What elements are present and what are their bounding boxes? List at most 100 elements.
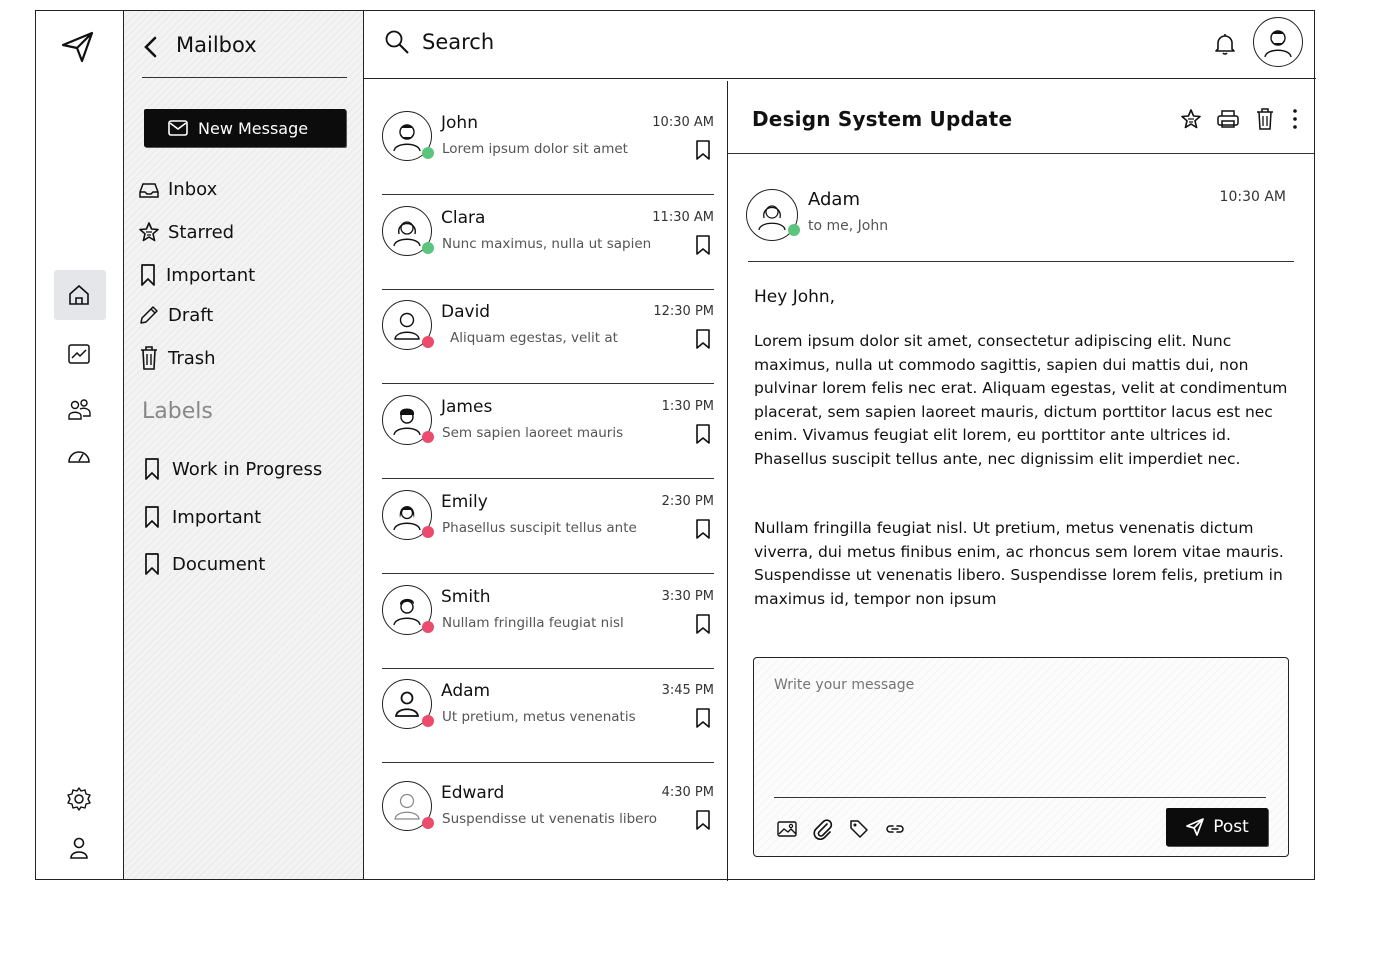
list-divider [382, 194, 714, 195]
list-divider [382, 383, 714, 384]
message-time: 3:45 PM [661, 683, 714, 698]
gear-icon[interactable] [66, 786, 92, 812]
bookmark-icon[interactable] [694, 423, 712, 445]
bookmark-icon[interactable] [694, 809, 712, 831]
list-item[interactable]: Adam 3:45 PM Ut pretium, metus venenatis [382, 669, 714, 763]
status-dot-online [422, 242, 434, 254]
detail-divider [728, 153, 1314, 154]
bookmark-icon[interactable] [694, 328, 712, 350]
top-bar: Search [364, 11, 1316, 79]
recipient-line: to me, John [808, 218, 889, 234]
sender-name: Adam [808, 189, 860, 210]
message-subject: Design System Update [752, 107, 1013, 131]
list-item[interactable]: Emily 2:30 PM Phasellus suscipit tellus … [382, 480, 714, 574]
compose-box: Post [753, 657, 1289, 857]
list-divider [382, 478, 714, 479]
users-icon[interactable] [66, 396, 92, 422]
list-divider [382, 762, 714, 763]
sidebar-item-starred[interactable]: Starred [138, 221, 234, 243]
trash-icon[interactable] [1254, 107, 1276, 131]
inbox-icon [139, 182, 159, 198]
tag-icon[interactable] [848, 818, 870, 840]
list-item[interactable]: Clara 11:30 AM Nunc maximus, nulla ut sa… [382, 196, 714, 290]
list-item[interactable]: Smith 3:30 PM Nullam fringilla feugiat n… [382, 575, 714, 669]
list-item[interactable]: John 10:30 AM Lorem ipsum dolor sit amet [382, 101, 714, 195]
bookmark-icon[interactable] [694, 518, 712, 540]
avatar-person-icon [394, 793, 420, 820]
status-dot-busy [422, 817, 434, 829]
list-divider [382, 573, 714, 574]
sender-name: David [441, 302, 491, 322]
star-icon[interactable] [1180, 108, 1202, 130]
status-dot-busy [422, 431, 434, 443]
avatar-person-icon [394, 312, 420, 340]
status-dot-online [788, 224, 800, 236]
user-avatar[interactable] [1253, 17, 1303, 67]
bookmark-icon [145, 506, 159, 528]
detail-actions [1180, 107, 1300, 131]
sender-name: James [441, 397, 493, 417]
bookmark-icon[interactable] [694, 707, 712, 729]
sidebar-item-label: Inbox [168, 179, 218, 200]
app-frame: Mailbox New Message Inbox Starred Import… [35, 10, 1316, 881]
back-chevron-icon[interactable] [142, 35, 160, 59]
more-vertical-icon[interactable] [1290, 107, 1300, 131]
avatar-man-icon [1264, 30, 1292, 58]
message-detail: Design System Update Adam to me, John 10… [728, 81, 1314, 879]
compose-input[interactable] [772, 676, 1256, 694]
trash-icon [141, 346, 157, 370]
message-time: 2:30 PM [661, 494, 714, 509]
message-preview: Sem sapien laoreet mauris [442, 425, 624, 441]
message-paragraph: Nullam fringilla feugiat nisl. Ut pretiu… [754, 519, 1284, 608]
avatar-woman-icon [393, 506, 421, 531]
message-preview: Lorem ipsum dolor sit amet [442, 141, 628, 157]
message-preview: Nunc maximus, nulla ut sapien [442, 236, 652, 252]
avatar-man-icon [393, 124, 421, 152]
bookmark-icon[interactable] [694, 139, 712, 161]
label-document[interactable]: Document [142, 552, 265, 576]
printer-icon[interactable] [1216, 108, 1240, 130]
sidebar-item-draft[interactable]: Draft [138, 304, 213, 326]
post-label: Post [1213, 817, 1249, 837]
sidebar-item-label: Starred [168, 221, 235, 243]
avatar-man-icon [393, 408, 421, 436]
sender-name: Adam [441, 681, 491, 701]
sidebar-divider [142, 77, 347, 78]
sender-name: John [441, 113, 478, 133]
sidebar-item-label: Draft [168, 304, 214, 326]
list-item[interactable]: Edward 4:30 PM Suspendisse ut venenatis … [382, 771, 714, 865]
speedometer-icon[interactable] [66, 443, 92, 469]
chart-icon[interactable] [66, 341, 92, 367]
bell-icon[interactable] [1212, 31, 1238, 57]
logo-icon[interactable] [60, 29, 96, 65]
sidebar-item-trash[interactable]: Trash [138, 345, 216, 371]
message-preview: Phasellus suscipit tellus ante [442, 520, 637, 536]
sender-name: Emily [441, 492, 488, 512]
sidebar-item-inbox[interactable]: Inbox [138, 179, 217, 200]
home-icon[interactable] [66, 282, 92, 308]
status-dot-busy [422, 621, 434, 633]
new-message-button[interactable]: New Message [144, 109, 346, 147]
compose-divider [774, 797, 1266, 798]
envelope-icon [168, 120, 188, 136]
post-button[interactable]: Post [1166, 808, 1268, 846]
message-greeting: Hey John, [754, 287, 836, 307]
detail-divider [748, 261, 1294, 262]
message-time: 3:30 PM [661, 589, 714, 604]
image-icon[interactable] [776, 819, 798, 839]
sidebar-item-important[interactable]: Important [138, 263, 255, 287]
label-work-in-progress[interactable]: Work in Progress [142, 457, 322, 481]
status-dot-busy [422, 715, 434, 727]
user-icon[interactable] [66, 835, 92, 861]
message-time: 10:30 AM [652, 115, 714, 130]
message-preview: Suspendisse ut venenatis libero [442, 811, 657, 827]
label-important[interactable]: Important [142, 505, 261, 529]
bookmark-icon[interactable] [694, 234, 712, 256]
list-item[interactable]: James 1:30 PM Sem sapien laoreet mauris [382, 385, 714, 479]
link-icon[interactable] [884, 818, 906, 840]
paperclip-icon[interactable] [812, 818, 834, 840]
list-item[interactable]: David 12:30 PM Aliquam egestas, velit at [382, 290, 714, 384]
search-field[interactable]: Search [384, 29, 494, 55]
bookmark-icon [145, 458, 159, 480]
bookmark-icon[interactable] [694, 613, 712, 635]
